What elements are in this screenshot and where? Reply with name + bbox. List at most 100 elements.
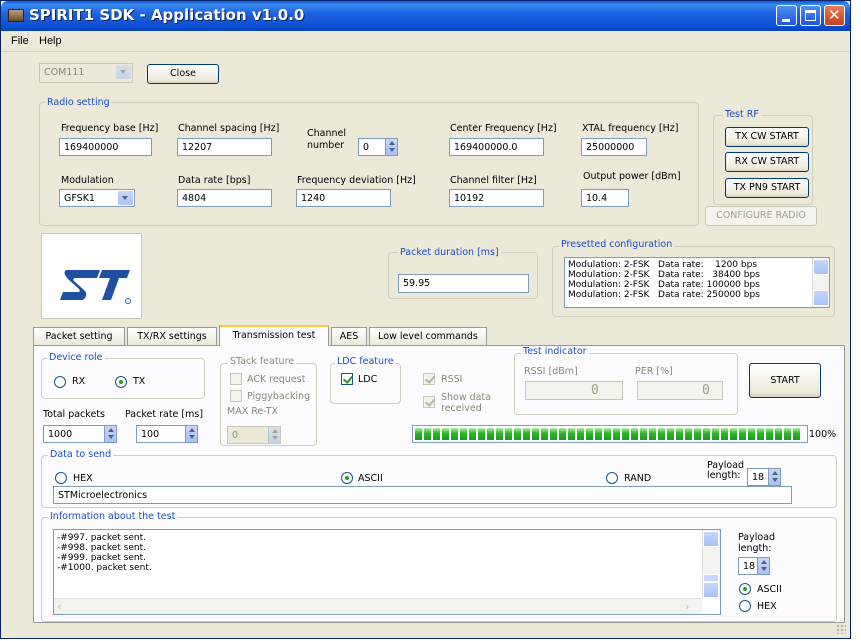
- progress-segment: [478, 428, 485, 440]
- channel-number-stepper[interactable]: 0: [358, 138, 398, 156]
- ascii-radio[interactable]: [341, 472, 353, 484]
- progress-segment: [469, 428, 476, 440]
- window-title: SPIRIT1 SDK - Application v1.0.0: [29, 6, 305, 24]
- xtal-frequency-input[interactable]: 25000000: [581, 138, 647, 156]
- channel-filter-field[interactable]: 10192: [449, 189, 544, 207]
- tx-pn9-start-button[interactable]: TX PN9 START: [725, 178, 809, 198]
- output-power-input[interactable]: 10.4: [581, 189, 629, 207]
- frequency-base-input[interactable]: 169400000: [59, 138, 152, 156]
- list-item[interactable]: Modulation: 2-FSK Data rate: 38400 bps: [565, 270, 829, 280]
- info-payload-label-2: length:: [738, 543, 772, 554]
- payload-length-stepper[interactable]: 18: [747, 468, 781, 486]
- com-port-select[interactable]: COM111: [39, 63, 133, 83]
- tab-transmission-test[interactable]: Transmission test: [219, 325, 329, 346]
- menu-help[interactable]: Help: [39, 35, 62, 47]
- progress-segment: [667, 428, 674, 440]
- payload-length-value: 18: [752, 472, 765, 483]
- spinner-icon[interactable]: [757, 558, 769, 574]
- spinner-icon[interactable]: [185, 426, 197, 442]
- radio-setting-group: [39, 102, 699, 226]
- log-line: -#1000. packet sent.: [57, 563, 152, 573]
- progress-segment: [577, 428, 584, 440]
- info-log[interactable]: -#997. packet sent. -#998. packet sent. …: [53, 529, 721, 615]
- progress-segment: [622, 428, 629, 440]
- preset-scrollbar[interactable]: [812, 258, 829, 307]
- com-port-value: COM111: [44, 67, 85, 78]
- hex-radio[interactable]: [55, 472, 67, 484]
- frequency-deviation-input[interactable]: 1240: [296, 189, 391, 207]
- show-data-checkbox[interactable]: [423, 396, 435, 408]
- rssi-label: RSSI: [441, 374, 463, 385]
- scroll-left-icon[interactable]: ‹: [57, 600, 61, 613]
- tx-cw-start-button[interactable]: TX CW START: [725, 127, 809, 147]
- start-button[interactable]: START: [749, 363, 821, 398]
- info-hex-radio[interactable]: [739, 600, 751, 612]
- rx-cw-start-button[interactable]: RX CW START: [725, 152, 809, 172]
- ack-request-checkbox[interactable]: [230, 373, 242, 385]
- scroll-up-icon[interactable]: [813, 259, 829, 275]
- scroll-down-icon[interactable]: [813, 290, 829, 306]
- progress-segment: [460, 428, 467, 440]
- tab-packet-setting[interactable]: Packet setting: [33, 327, 125, 345]
- rssi-value: 0: [591, 383, 599, 398]
- tx-radio[interactable]: [115, 376, 127, 388]
- list-item[interactable]: Modulation: 2-FSK Data rate: 1200 bps: [565, 260, 829, 270]
- channel-spacing-label: Channel spacing [Hz]: [178, 123, 280, 134]
- ldc-checkbox[interactable]: [341, 373, 353, 385]
- spinner-icon[interactable]: [768, 469, 780, 485]
- test-rf-title: Test RF: [723, 109, 761, 120]
- channel-spacing-input[interactable]: 12207: [177, 138, 272, 156]
- tab-low-level-commands[interactable]: Low level commands: [369, 327, 487, 345]
- piggybacking-checkbox[interactable]: [230, 390, 242, 402]
- info-ascii-radio[interactable]: [739, 583, 751, 595]
- info-log-lines: -#997. packet sent. -#998. packet sent. …: [54, 530, 720, 573]
- progress-segment: [658, 428, 665, 440]
- spinner-icon[interactable]: [104, 426, 116, 442]
- tab-txrx-settings[interactable]: TX/RX settings: [127, 327, 217, 345]
- spinner-icon[interactable]: [385, 139, 397, 155]
- rx-radio[interactable]: [54, 376, 66, 388]
- menu-file[interactable]: File: [11, 35, 29, 47]
- list-item[interactable]: Modulation: 2-FSK Data rate: 250000 bps: [565, 290, 829, 300]
- modulation-select[interactable]: GFSK1: [59, 189, 135, 207]
- maximize-button[interactable]: [800, 5, 821, 26]
- progress-segment: [703, 428, 710, 440]
- minimize-button[interactable]: [776, 5, 797, 26]
- tab-aes[interactable]: AES: [331, 327, 367, 345]
- progress-segment: [712, 428, 719, 440]
- preset-rows: Modulation: 2-FSK Data rate: 1200 bps Mo…: [565, 258, 829, 300]
- stack-feature-title: STack feature: [228, 356, 297, 367]
- packet-duration-label: Packet duration [ms]: [398, 247, 501, 258]
- data-to-send-input[interactable]: STMicroelectronics: [53, 486, 792, 504]
- rssi-checkbox[interactable]: [423, 373, 435, 385]
- scroll-right-icon[interactable]: ›: [685, 600, 689, 613]
- max-retx-stepper[interactable]: 0: [227, 426, 281, 444]
- info-payload-label-1: Payload: [738, 532, 776, 543]
- scroll-thumb[interactable]: [703, 574, 719, 582]
- test-indicator-title: Test indicator: [521, 346, 589, 357]
- title-bar[interactable]: SPIRIT1 SDK - Application v1.0.0 ✕: [1, 1, 850, 31]
- packet-rate-stepper[interactable]: 100: [136, 425, 198, 443]
- close-port-button[interactable]: Close: [147, 64, 219, 84]
- progress-segment: [766, 428, 773, 440]
- info-vertical-scrollbar[interactable]: [702, 530, 720, 598]
- close-window-button[interactable]: ✕: [824, 5, 845, 26]
- presetted-config-list[interactable]: Modulation: 2-FSK Data rate: 1200 bps Mo…: [564, 257, 830, 308]
- info-horizontal-scrollbar[interactable]: ‹ ›: [54, 598, 702, 614]
- scroll-up-icon[interactable]: [703, 531, 719, 547]
- list-item[interactable]: Modulation: 2-FSK Data rate: 100000 bps: [565, 280, 829, 290]
- chevron-down-icon[interactable]: [118, 191, 133, 205]
- rand-radio[interactable]: [606, 472, 618, 484]
- spinner-icon[interactable]: [268, 427, 280, 443]
- progress-segment: [631, 428, 638, 440]
- info-payload-stepper[interactable]: 18: [738, 557, 770, 575]
- total-packets-stepper[interactable]: 1000: [43, 425, 117, 443]
- configure-radio-button[interactable]: CONFIGURE RADIO: [705, 206, 817, 226]
- progress-segment: [721, 428, 728, 440]
- app-window: SPIRIT1 SDK - Application v1.0.0 ✕ File …: [0, 0, 851, 639]
- center-frequency-field[interactable]: 169400000.0: [449, 138, 544, 156]
- scroll-down-icon[interactable]: [703, 582, 719, 598]
- progress-segment: [568, 428, 575, 440]
- data-rate-input[interactable]: 4804: [177, 189, 272, 207]
- resize-grip-icon[interactable]: [836, 624, 846, 634]
